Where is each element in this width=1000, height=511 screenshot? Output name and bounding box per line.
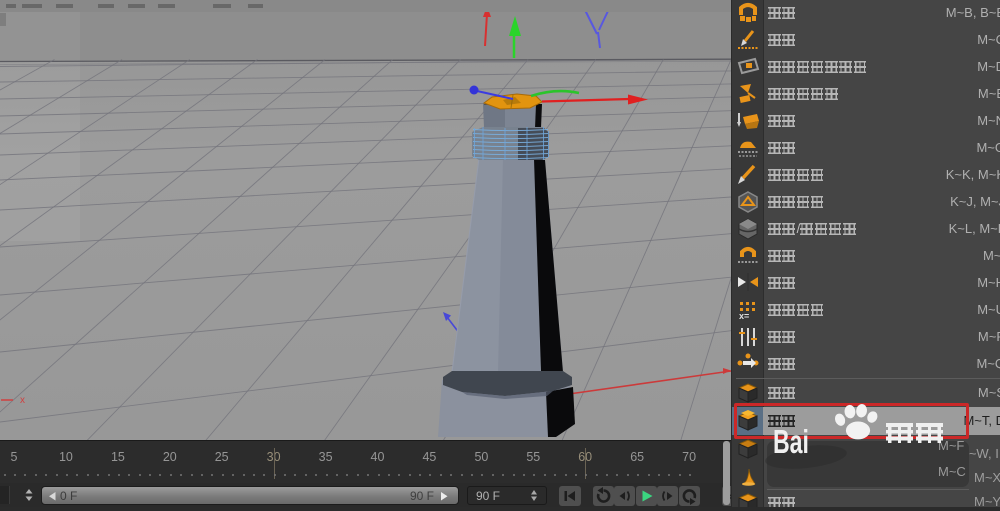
svg-text:x: x: [20, 395, 25, 406]
svg-text:x=: x=: [739, 311, 749, 321]
